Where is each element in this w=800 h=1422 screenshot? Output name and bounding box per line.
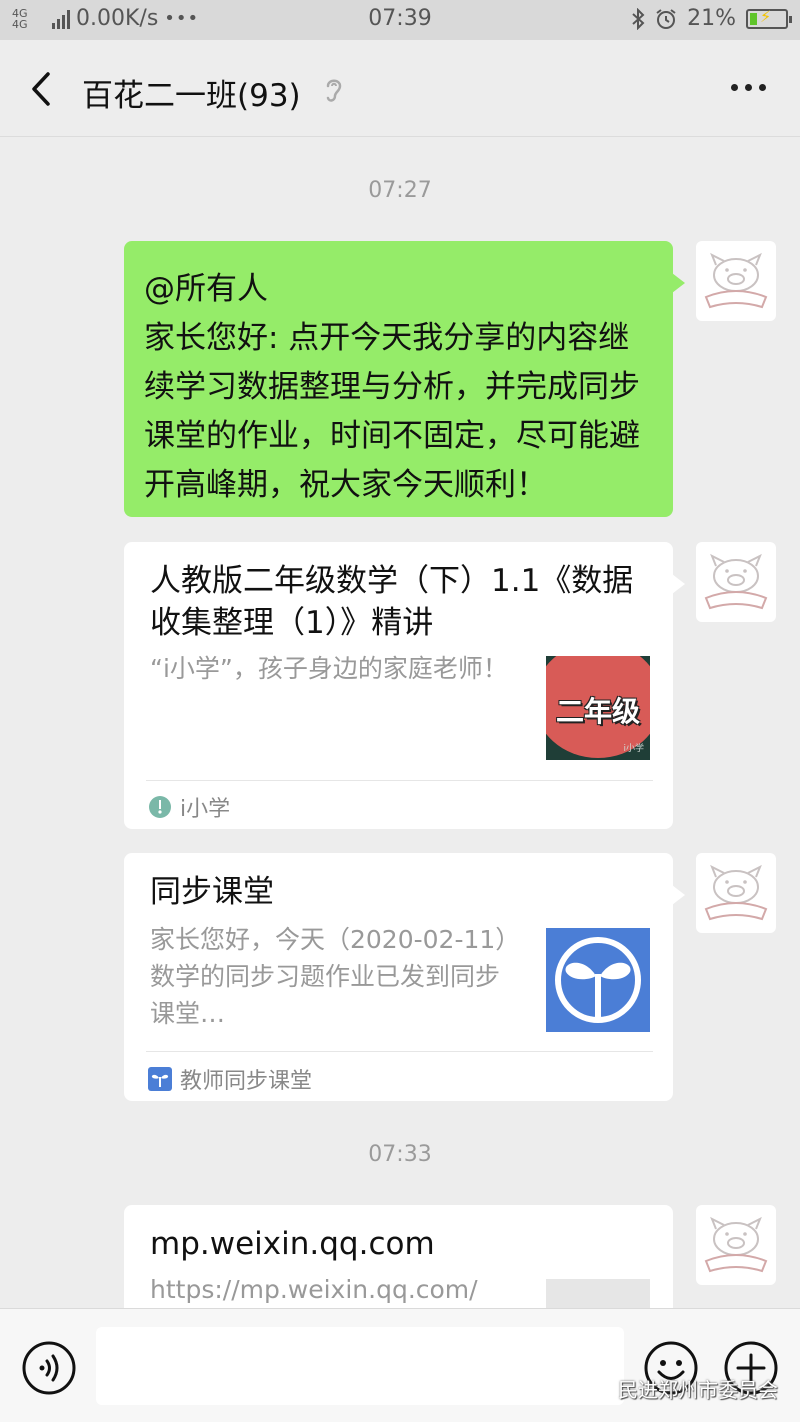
sprout-icon — [555, 937, 641, 1023]
chat-input-bar — [0, 1308, 800, 1422]
message-input[interactable] — [96, 1327, 624, 1405]
card-description: https://mp.weixin.qq.com/ — [150, 1275, 478, 1304]
watermark: 民进郑州市委员会 — [588, 1374, 778, 1403]
message-body: 家长您好: 点开今天我分享的内容继续学习数据整理与分析，并完成同步课堂的作业，时… — [144, 320, 640, 503]
card-source-label: i小学 — [180, 797, 231, 822]
timestamp: 07:27 — [368, 178, 432, 203]
avatar[interactable] — [696, 542, 776, 622]
thumbnail-label: 二年级 — [555, 695, 640, 728]
card-title: mp.weixin.qq.com — [150, 1226, 435, 1262]
card-title: 同步课堂 — [150, 874, 274, 910]
text-message-bubble[interactable]: @所有人 家长您好: 点开今天我分享的内容继续学习数据整理与分析，并完成同步课堂… — [124, 241, 685, 517]
status-bar: 4G 4G 0.00K/s ••• 07:39 21% ⚡ — [0, 0, 800, 40]
avatar[interactable] — [696, 241, 776, 321]
link-card-weixin[interactable]: mp.weixin.qq.com https://mp.weixin.qq.co… — [124, 1205, 673, 1325]
card-source: i小学 — [148, 791, 230, 823]
battery-percent: 21% — [687, 6, 736, 31]
link-card-sync-class[interactable]: 同步课堂 家长您好，今天（2020-02-11）数学的同步习题作业已发到同步课堂… — [124, 853, 685, 1101]
avatar[interactable] — [696, 853, 776, 933]
pig-avatar-icon — [704, 1216, 768, 1273]
link-card-grade-math[interactable]: 人教版二年级数学（下）1.1《数据收集整理（1）》精讲 “i小学”，孩子身边的家… — [124, 542, 685, 829]
pig-avatar-icon — [704, 252, 768, 309]
voice-icon[interactable] — [22, 1341, 76, 1395]
card-title: 人教版二年级数学（下）1.1《数据收集整理（1）》精讲 — [150, 563, 634, 641]
card-thumbnail: 二年级 i小学 — [546, 656, 650, 760]
chat-header: 百花二一班(93) — [0, 40, 800, 137]
chat-title: 百花二一班(93) — [82, 78, 301, 114]
thumbnail-watermark: i小学 — [623, 744, 644, 754]
alarm-icon — [656, 8, 676, 29]
card-description: 家长您好，今天（2020-02-11）数学的同步习题作业已发到同步课堂… — [150, 925, 508, 1028]
wechat-logo-icon — [588, 1379, 612, 1397]
pig-avatar-icon — [704, 864, 768, 921]
card-source: 教师同步课堂 — [148, 1063, 312, 1095]
ixiaoxue-logo-icon — [149, 796, 171, 818]
battery-icon: ⚡ — [746, 7, 792, 29]
avatar[interactable] — [696, 1205, 776, 1285]
ear-icon — [326, 79, 342, 102]
pig-avatar-icon — [704, 553, 768, 610]
card-thumbnail — [546, 928, 650, 1032]
back-icon[interactable] — [26, 70, 56, 108]
sprout-small-icon — [148, 1067, 172, 1091]
watermark-text: 民进郑州市委员会 — [618, 1378, 778, 1402]
status-right: 21% ⚡ — [631, 6, 792, 31]
more-icon[interactable] — [731, 84, 766, 91]
message-mention: @所有人 — [144, 271, 268, 307]
bluetooth-icon — [632, 7, 645, 30]
card-divider — [146, 780, 653, 781]
timestamp: 07:33 — [368, 1142, 432, 1167]
card-source-label: 教师同步课堂 — [180, 1069, 313, 1094]
card-divider — [146, 1051, 653, 1052]
card-description: “i小学”，孩子身边的家庭老师！ — [150, 654, 508, 683]
